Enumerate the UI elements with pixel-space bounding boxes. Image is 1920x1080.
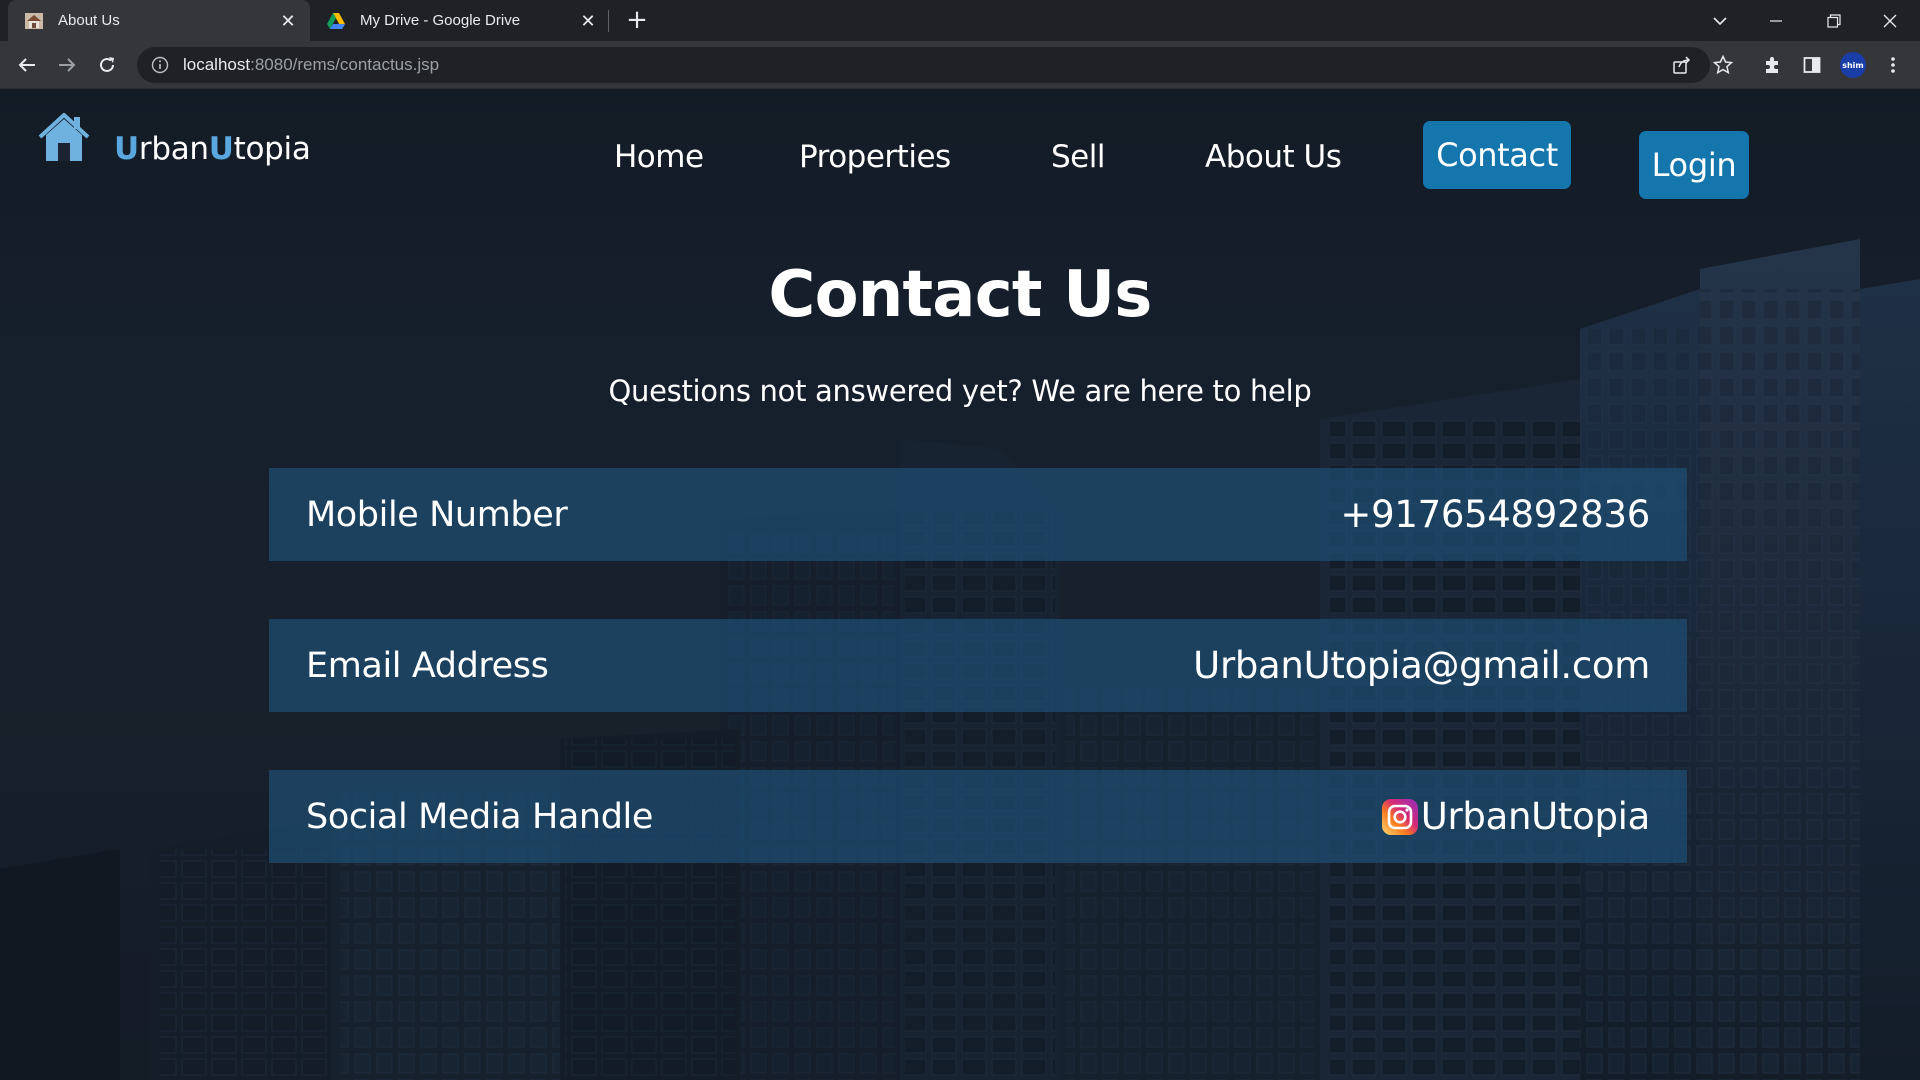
bookmark-star-icon[interactable]	[1708, 50, 1738, 80]
nav-sell[interactable]: Sell	[1051, 139, 1105, 175]
forward-icon[interactable]	[52, 50, 82, 80]
reload-icon[interactable]	[92, 50, 122, 80]
close-window-icon[interactable]	[1862, 0, 1918, 41]
address-bar[interactable]: localhost:8080/rems/contactus.jsp	[137, 47, 1710, 83]
tab-search-chevron-icon[interactable]	[1692, 0, 1748, 41]
page-subtitle: Questions not answered yet? We are here …	[608, 374, 1312, 408]
nav-home[interactable]: Home	[614, 139, 704, 175]
tab-google-drive[interactable]: My Drive - Google Drive ✕	[310, 0, 610, 41]
city-skyline-background	[0, 89, 1920, 1080]
login-button[interactable]: Login	[1639, 131, 1749, 199]
social-handle: UrbanUtopia	[1420, 795, 1651, 838]
social-value[interactable]: UrbanUtopia	[1381, 795, 1650, 838]
minimize-icon[interactable]	[1748, 0, 1804, 41]
contact-row-social: Social Media Handle UrbanUtopia	[269, 770, 1687, 863]
url-path: :8080/rems/contactus.jsp	[250, 55, 440, 74]
google-drive-favicon	[327, 12, 345, 29]
url-host: localhost	[183, 55, 251, 74]
nav-properties[interactable]: Properties	[799, 139, 951, 175]
tab-title: About Us	[58, 12, 120, 29]
browser-menu-icon[interactable]	[1878, 50, 1908, 80]
contact-page: UrbanUtopia Home Properties Sell About U…	[0, 89, 1920, 1080]
email-label: Email Address	[306, 645, 549, 686]
share-icon[interactable]	[1667, 50, 1697, 80]
instagram-icon	[1381, 798, 1418, 835]
side-panel-icon[interactable]	[1797, 50, 1827, 80]
profile-badge-text: shim	[1842, 61, 1864, 70]
close-tab-icon[interactable]: ✕	[576, 9, 600, 33]
new-tab-icon[interactable]: +	[622, 6, 652, 36]
browser-toolbar: localhost:8080/rems/contactus.jsp shim	[0, 41, 1920, 89]
house-photo-favicon	[25, 12, 43, 29]
restore-icon[interactable]	[1806, 0, 1862, 41]
back-icon[interactable]	[12, 50, 42, 80]
tab-about-us[interactable]: About Us ✕	[8, 0, 310, 41]
email-value[interactable]: UrbanUtopia@gmail.com	[1193, 644, 1650, 687]
close-tab-icon[interactable]: ✕	[276, 9, 300, 33]
contact-row-email: Email Address UrbanUtopia@gmail.com	[269, 619, 1687, 712]
site-info-icon[interactable]	[151, 56, 169, 74]
nav-contact-button[interactable]: Contact	[1423, 121, 1571, 189]
profile-avatar[interactable]: shim	[1838, 50, 1868, 80]
mobile-label: Mobile Number	[306, 494, 568, 535]
contact-row-mobile: Mobile Number +917654892836	[269, 468, 1687, 561]
social-label: Social Media Handle	[306, 796, 653, 837]
tab-divider	[608, 10, 609, 32]
main-navigation: Home Properties Sell About Us	[0, 121, 1920, 191]
mobile-value[interactable]: +917654892836	[1340, 493, 1650, 536]
extensions-puzzle-icon[interactable]	[1757, 50, 1787, 80]
browser-tab-bar: About Us ✕ My Drive - Google Drive ✕ +	[0, 0, 1920, 41]
nav-about-us[interactable]: About Us	[1205, 139, 1342, 175]
page-title: Contact Us	[768, 258, 1152, 332]
tab-title: My Drive - Google Drive	[360, 12, 521, 29]
